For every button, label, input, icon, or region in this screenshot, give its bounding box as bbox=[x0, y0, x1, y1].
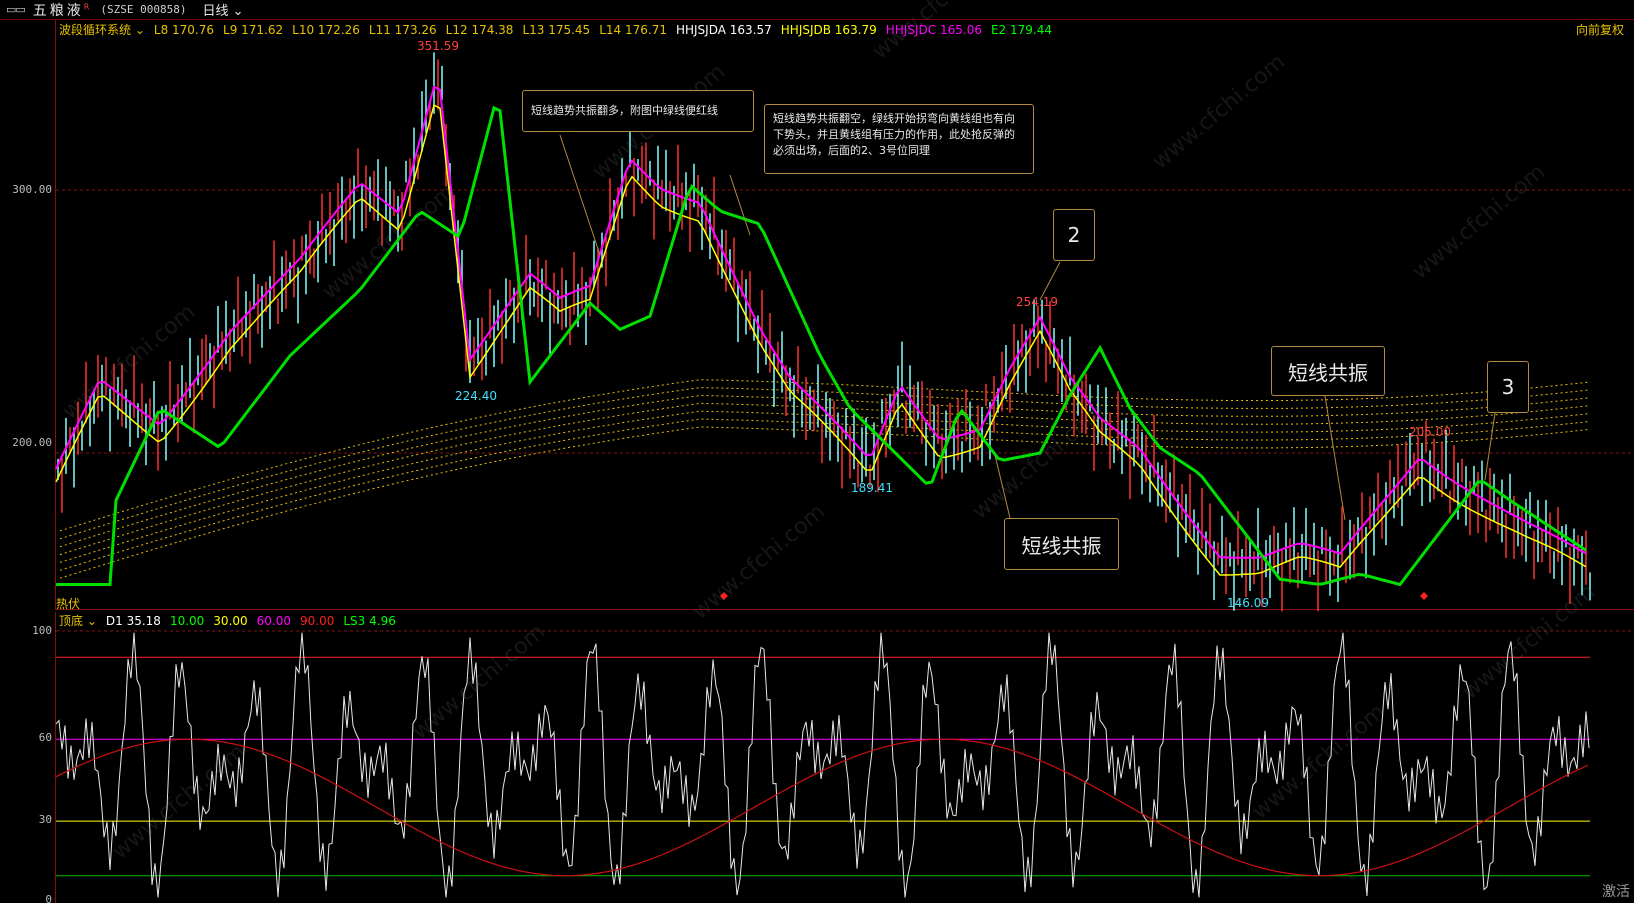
main-indicator-name[interactable]: 波段循环系统 ⌄ bbox=[59, 21, 145, 38]
oscillator-d1 bbox=[55, 632, 1590, 898]
callout-bullish-resonance: 短线趋势共振翻多，附图中绿线便红线 bbox=[522, 90, 754, 132]
indicator-value: L10 172.26 bbox=[292, 22, 360, 37]
resonance-label: 短线共振 bbox=[1271, 346, 1385, 396]
watermark: www.cfchi.com bbox=[1408, 159, 1550, 284]
sub-indicator-row: 顶底 ⌄ D1 35.18 10.00 30.00 60.00 90.00 LS… bbox=[59, 612, 396, 629]
sub-indicator-name[interactable]: 顶底 ⌄ bbox=[59, 612, 97, 629]
price-high-mark: 205.00 bbox=[1409, 425, 1451, 439]
yellow-band-line bbox=[59, 394, 1591, 548]
watermark: www.cfchi.com bbox=[1248, 699, 1390, 824]
callout-bearish-resonance: 短线趋势共振翻空，绿线开始拐弯向黄线组也有向下势头，并且黄线组有压力的作用，此处… bbox=[764, 104, 1034, 174]
y-axis-label: 30 bbox=[38, 813, 52, 826]
indicator-value: HHJSJDB 163.79 bbox=[780, 22, 877, 37]
activation-watermark: 激活 bbox=[1602, 884, 1630, 900]
oscillator-slow bbox=[55, 738, 1589, 877]
indicator-value: D1 35.18 bbox=[105, 613, 161, 628]
adjust-mode-label[interactable]: 向前复权 bbox=[1576, 21, 1624, 38]
watermark: www.cfchi.com bbox=[58, 299, 200, 424]
y-axis-label: 60 bbox=[38, 731, 52, 744]
short-line-yellow bbox=[55, 104, 1587, 576]
watermark: www.cfchi.com bbox=[318, 179, 460, 304]
marker-box-2: 2 bbox=[1053, 209, 1095, 261]
bottom-flag-label: 热伏 bbox=[56, 597, 81, 611]
indicator-value: LS3 4.96 bbox=[343, 613, 396, 628]
main-indicator-row: 波段循环系统 ⌄ L8 170.76 L9 171.62 L10 172.26 … bbox=[59, 21, 1052, 38]
indicator-value: HHJSJDA 163.57 bbox=[675, 22, 772, 37]
price-low-mark: 146.09 bbox=[1227, 596, 1269, 610]
callout-leader bbox=[1324, 395, 1346, 521]
yellow-band-line bbox=[59, 426, 1591, 579]
yellow-band-line bbox=[59, 410, 1591, 563]
price-high-mark: 254.19 bbox=[1016, 295, 1058, 309]
yellow-band-line bbox=[59, 418, 1591, 571]
y-axis-label: 200.00 bbox=[12, 436, 52, 449]
watermark: www.cfchi.com bbox=[1148, 49, 1290, 174]
indicator-value: 10.00 bbox=[169, 613, 205, 628]
indicator-value: 90.00 bbox=[300, 613, 335, 628]
yellow-band-line bbox=[59, 379, 1591, 532]
watermark: www.cfchi.com bbox=[688, 499, 830, 624]
chevron-down-icon: ⌄ bbox=[131, 23, 145, 37]
indicator-value: L12 174.38 bbox=[445, 22, 514, 37]
y-axis-label: 100 bbox=[32, 624, 52, 637]
watermark: www.cfchi.com bbox=[1458, 579, 1600, 704]
y-axis-label: 0 bbox=[45, 893, 52, 903]
indicator-value: L8 170.76 bbox=[153, 22, 215, 37]
watermark: www.cfchi.com bbox=[968, 399, 1110, 524]
y-axis-label: 300.00 bbox=[12, 183, 52, 196]
indicator-value: L9 171.62 bbox=[223, 22, 284, 37]
price-high-mark: 351.59 bbox=[417, 39, 459, 53]
indicator-value: L14 176.71 bbox=[599, 22, 667, 37]
callout-leader bbox=[559, 134, 601, 256]
indicator-value: 60.00 bbox=[256, 613, 292, 628]
marker-box-3: 3 bbox=[1487, 361, 1529, 413]
resonance-label: 短线共振 bbox=[1004, 518, 1119, 570]
signal-diamond bbox=[1420, 592, 1428, 600]
indicator-value: E2 179.44 bbox=[990, 22, 1052, 37]
watermark: www.cfchi.com bbox=[108, 739, 250, 864]
indicator-value: 30.00 bbox=[213, 613, 248, 628]
chevron-down-icon: ⌄ bbox=[83, 614, 97, 628]
callout-leader bbox=[729, 174, 751, 236]
price-low-mark: 224.40 bbox=[455, 389, 497, 403]
price-low-mark: 189.41 bbox=[851, 481, 893, 495]
indicator-value: L11 173.26 bbox=[368, 22, 437, 37]
indicator-value: HHJSJDC 165.06 bbox=[885, 22, 982, 37]
indicator-value: L13 175.45 bbox=[522, 22, 591, 37]
yellow-band-line bbox=[59, 402, 1591, 556]
